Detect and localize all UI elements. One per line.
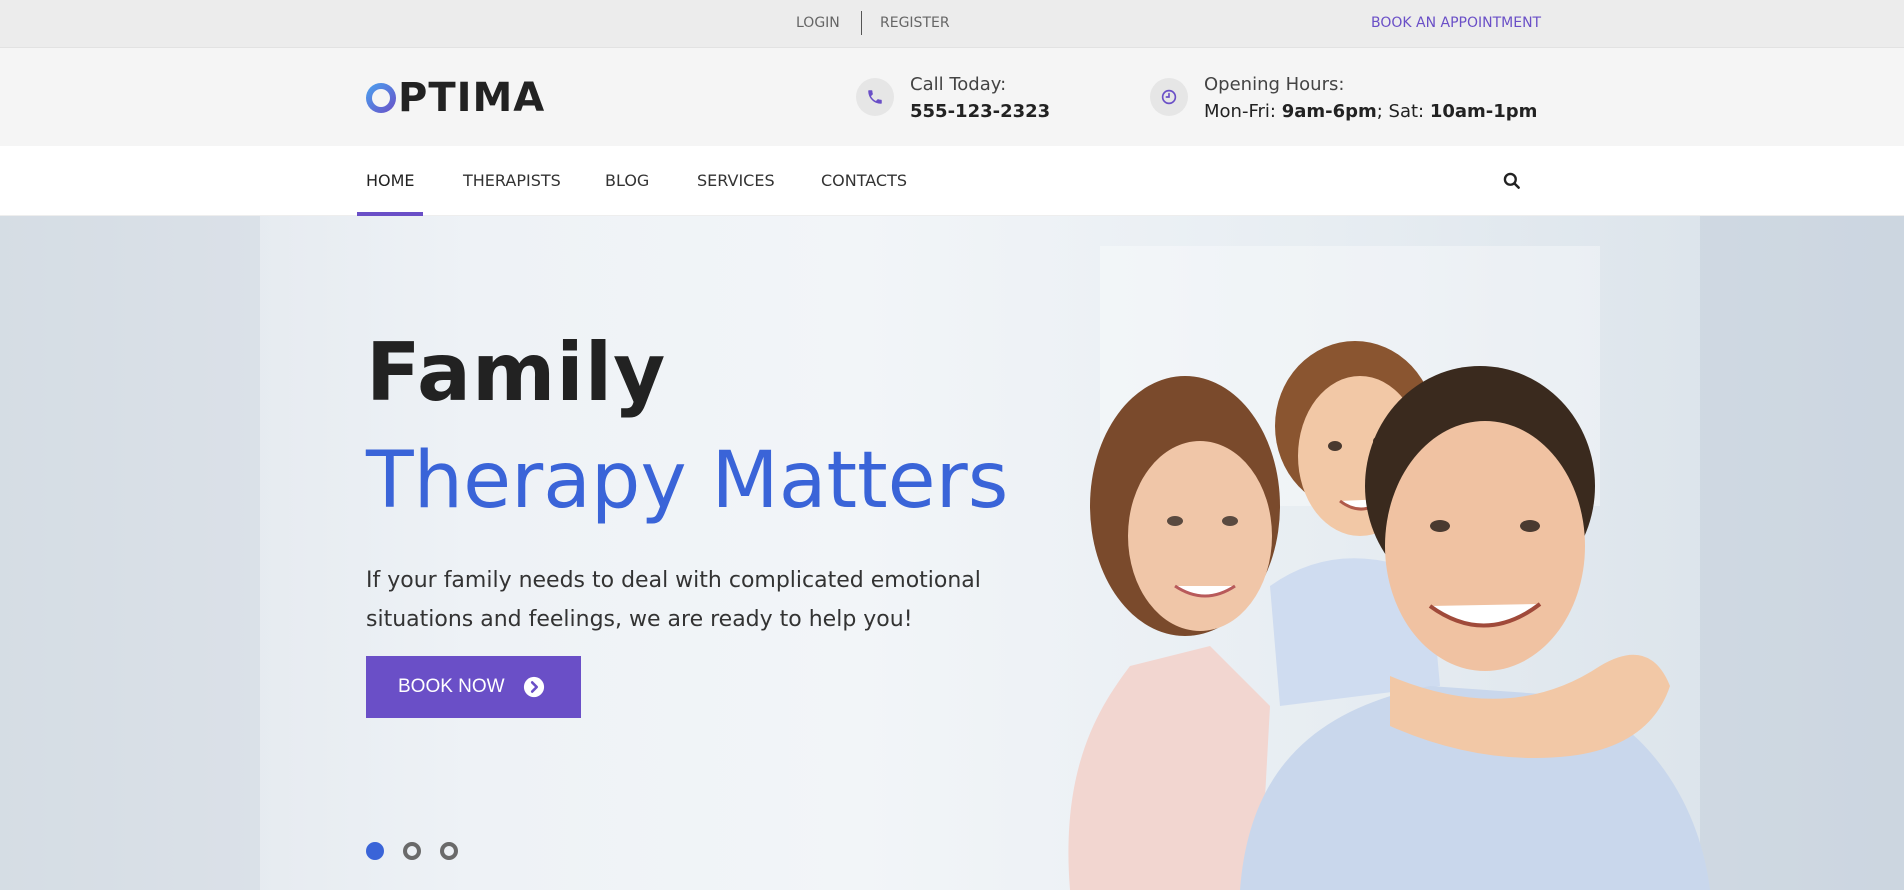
background-wall bbox=[0, 216, 260, 890]
site-logo[interactable]: PTIMA bbox=[366, 76, 545, 120]
nav-item-therapists[interactable]: THERAPISTS bbox=[463, 146, 561, 216]
logo-ring-icon bbox=[366, 83, 396, 113]
nav-item-blog[interactable]: BLOG bbox=[605, 146, 649, 216]
clock-icon bbox=[1150, 78, 1188, 116]
book-now-button[interactable]: BOOK NOW bbox=[366, 656, 581, 718]
weekday-label: Mon-Fri: bbox=[1204, 101, 1282, 122]
saturday-hours: 10am-1pm bbox=[1429, 101, 1538, 122]
logo-text: PTIMA bbox=[398, 75, 546, 121]
call-today-label: Call Today: bbox=[910, 74, 1007, 95]
hero-slider: Family Therapy Matters If your family ne… bbox=[0, 216, 1904, 890]
call-today-info: Call Today: 555-123-2323 bbox=[856, 74, 1086, 126]
nav-item-contacts[interactable]: CONTACTS bbox=[821, 146, 907, 216]
book-now-label: BOOK NOW bbox=[398, 676, 505, 697]
hero-title-line2: Therapy Matters bbox=[366, 436, 1009, 526]
top-utility-bar: LOGIN REGISTER BOOK AN APPOINTMENT bbox=[0, 0, 1904, 48]
phone-icon bbox=[856, 78, 894, 116]
topbar-divider bbox=[861, 11, 862, 35]
opening-hours-info: Opening Hours: Mon-Fri: 9am-6pm; Sat: 10… bbox=[1150, 74, 1550, 126]
main-navigation: HOME THERAPISTS BLOG SERVICES CONTACTS bbox=[0, 146, 1904, 216]
saturday-label: ; Sat: bbox=[1376, 101, 1430, 122]
phone-number-text: 555-123-2323 bbox=[910, 101, 1051, 122]
slide-dot-1[interactable] bbox=[366, 842, 384, 860]
hero-title-line1: Family bbox=[366, 326, 667, 419]
slide-dot-2[interactable] bbox=[403, 842, 421, 860]
login-link[interactable]: LOGIN bbox=[796, 0, 840, 48]
family-photo bbox=[1068, 341, 1710, 890]
opening-hours-label: Opening Hours: bbox=[1204, 74, 1345, 95]
site-header: PTIMA Call Today: 555-123-2323 Opening H… bbox=[0, 48, 1904, 146]
book-appointment-link[interactable]: BOOK AN APPOINTMENT bbox=[1371, 0, 1541, 48]
hero-description: If your family needs to deal with compli… bbox=[366, 568, 981, 632]
opening-hours-value: Mon-Fri: 9am-6pm; Sat: 10am-1pm bbox=[1204, 101, 1537, 122]
register-link[interactable]: REGISTER bbox=[880, 0, 950, 48]
phone-number[interactable]: 555-123-2323 bbox=[910, 101, 1050, 122]
arrow-right-circle-icon bbox=[523, 676, 544, 698]
weekday-hours: 9am-6pm bbox=[1281, 101, 1377, 122]
slide-dot-3[interactable] bbox=[440, 842, 458, 860]
nav-item-services[interactable]: SERVICES bbox=[697, 146, 775, 216]
search-icon[interactable] bbox=[1502, 171, 1522, 191]
nav-item-home[interactable]: HOME bbox=[366, 146, 415, 216]
